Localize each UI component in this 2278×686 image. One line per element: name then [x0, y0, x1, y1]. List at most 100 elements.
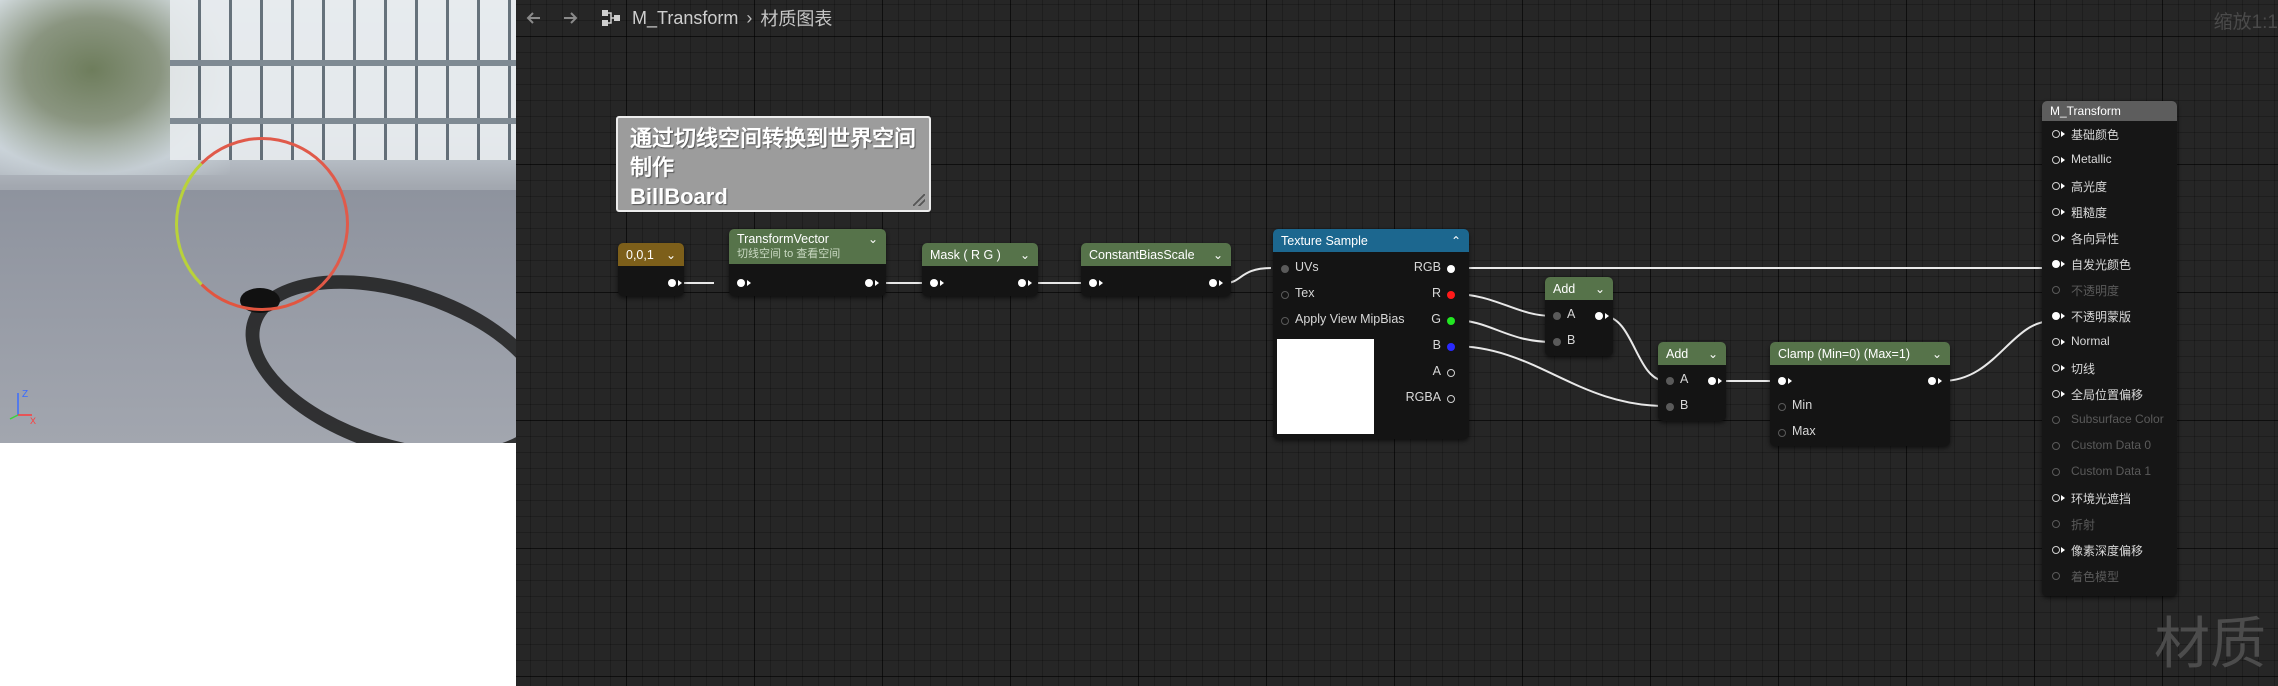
material-graph-icon — [600, 7, 622, 29]
viewport-building-band — [170, 60, 516, 66]
input-pin-a[interactable] — [1666, 377, 1674, 385]
output-pin[interactable] — [668, 279, 676, 287]
node-mask[interactable]: Mask ( R G ) ⌄ — [922, 243, 1038, 296]
input-pin-b[interactable] — [1553, 338, 1561, 346]
result-input-pin[interactable] — [2052, 312, 2060, 320]
output-pin[interactable] — [1018, 279, 1026, 287]
node-header[interactable]: 0,0,1 ⌄ — [618, 243, 684, 266]
chevron-down-icon[interactable]: ⌄ — [1020, 248, 1030, 262]
result-input-pin[interactable] — [2052, 468, 2060, 476]
input-pin-a[interactable] — [1553, 312, 1561, 320]
pin-arrow-icon — [1605, 313, 1609, 319]
input-pin-mipbias[interactable] — [1281, 317, 1289, 325]
node-constant[interactable]: 0,0,1 ⌄ — [618, 243, 684, 296]
node-add-1[interactable]: Add ⌄ A B — [1545, 277, 1613, 356]
node-header[interactable]: Add ⌄ — [1545, 277, 1613, 300]
comment-box[interactable]: 通过切线空间转换到世界空间制作 BillBoard — [616, 116, 931, 212]
chevron-down-icon[interactable]: ⌄ — [1708, 347, 1718, 361]
result-input-pin[interactable] — [2052, 390, 2060, 398]
pin-arrow-icon — [2061, 157, 2065, 163]
output-pin[interactable] — [1928, 377, 1936, 385]
node-header[interactable]: Mask ( R G ) ⌄ — [922, 243, 1038, 266]
node-add-2[interactable]: Add ⌄ A B — [1658, 342, 1726, 421]
input-pin-max[interactable] — [1778, 429, 1786, 437]
chevron-down-icon[interactable]: ⌄ — [1595, 282, 1605, 296]
result-input-pin[interactable] — [2052, 234, 2060, 242]
input-pin-uvs[interactable] — [1281, 265, 1289, 273]
result-input-pin[interactable] — [2052, 442, 2060, 450]
node-header[interactable]: ConstantBiasScale ⌄ — [1081, 243, 1231, 266]
result-input-pin[interactable] — [2052, 208, 2060, 216]
arrow-right-icon[interactable] — [552, 0, 588, 36]
node-constant-bias-scale[interactable]: ConstantBiasScale ⌄ — [1081, 243, 1231, 296]
node-transform-vector[interactable]: TransformVector ⌄ 切线空间 to 查看空间 — [729, 229, 886, 296]
output-pin-a[interactable] — [1447, 369, 1455, 377]
output-pin-g[interactable] — [1447, 317, 1455, 325]
node-header[interactable]: Add ⌄ — [1658, 342, 1726, 365]
node-header[interactable]: TransformVector ⌄ 切线空间 to 查看空间 — [729, 229, 886, 264]
result-input-pin[interactable] — [2052, 260, 2060, 268]
pin-arrow-icon — [1099, 280, 1103, 286]
input-pin-b[interactable] — [1666, 403, 1674, 411]
result-input-pin[interactable] — [2052, 182, 2060, 190]
node-header[interactable]: Clamp (Min=0) (Max=1) ⌄ — [1770, 342, 1950, 365]
wire-bias-texture — [1225, 267, 1272, 284]
input-pin-tex[interactable] — [1281, 291, 1289, 299]
output-pin-b[interactable] — [1447, 343, 1455, 351]
result-input-pin[interactable] — [2052, 286, 2060, 294]
viewport-building — [170, 0, 516, 160]
breadcrumb-graph[interactable]: 材质图表 — [760, 5, 832, 31]
comment-line-2: BillBoard — [630, 184, 728, 209]
result-input-pin[interactable] — [2052, 338, 2060, 346]
chevron-down-icon[interactable]: ⌄ — [666, 248, 676, 262]
input-pin[interactable] — [1778, 377, 1786, 385]
node-clamp[interactable]: Clamp (Min=0) (Max=1) ⌄ Min Max — [1770, 342, 1950, 446]
arrow-left-icon[interactable] — [516, 0, 552, 36]
resize-grip-icon[interactable] — [913, 194, 925, 206]
node-texture-sample[interactable]: Texture Sample ⌃ UVs Tex Apply View MipB… — [1273, 229, 1469, 439]
result-pin-label: 全局位置偏移 — [2071, 388, 2144, 402]
pin-label: B — [1680, 398, 1689, 412]
result-pin-label: 着色模型 — [2071, 570, 2120, 584]
result-pin-label: 粗糙度 — [2071, 206, 2108, 220]
output-pin[interactable] — [1595, 312, 1603, 320]
output-pin-rgb[interactable] — [1447, 265, 1455, 273]
result-pin-label: Custom Data 1 — [2071, 464, 2152, 478]
result-input-pin[interactable] — [2052, 546, 2060, 554]
node-header[interactable]: Texture Sample ⌃ — [1273, 229, 1469, 252]
pin-arrow-icon — [1718, 378, 1722, 384]
result-input-pin[interactable] — [2052, 156, 2060, 164]
output-pin[interactable] — [1209, 279, 1217, 287]
pin-arrow-icon — [678, 280, 682, 286]
result-pin-label: 自发光颜色 — [2071, 258, 2132, 272]
chevron-down-icon[interactable]: ⌄ — [868, 232, 878, 246]
node-title: Clamp (Min=0) (Max=1) — [1778, 346, 1910, 361]
chevron-down-icon[interactable]: ⌄ — [1932, 347, 1942, 361]
input-pin[interactable] — [930, 279, 938, 287]
input-pin-min[interactable] — [1778, 403, 1786, 411]
pin-label: A — [1680, 372, 1689, 386]
output-pin[interactable] — [1708, 377, 1716, 385]
input-pin[interactable] — [1089, 279, 1097, 287]
result-input-pin[interactable] — [2052, 572, 2060, 580]
material-graph-canvas[interactable]: M_Transform › 材质图表 缩放1:1 通过切线空间转换到世界空间制作… — [516, 0, 2278, 686]
breadcrumb-asset[interactable]: M_Transform — [632, 8, 738, 29]
node-subtitle: 切线空间 to 查看空间 — [737, 248, 841, 260]
texture-thumbnail — [1277, 339, 1374, 434]
node-header[interactable]: M_Transform — [2042, 101, 2177, 121]
pin-arrow-icon — [2061, 495, 2065, 501]
node-material-result[interactable]: M_Transform 基础颜色 Metallic 高光度 粗糙度 各向异性 自发光颜色不… — [2042, 101, 2177, 596]
preview-viewport[interactable]: Z X — [0, 0, 516, 443]
result-pin-label: 各向异性 — [2071, 232, 2120, 246]
result-input-pin[interactable] — [2052, 364, 2060, 372]
chevron-down-icon[interactable]: ⌄ — [1213, 248, 1223, 262]
chevron-up-icon[interactable]: ⌃ — [1451, 234, 1461, 248]
result-input-pin[interactable] — [2052, 494, 2060, 502]
output-pin-rgba[interactable] — [1447, 395, 1455, 403]
output-pin[interactable] — [865, 279, 873, 287]
result-input-pin[interactable] — [2052, 416, 2060, 424]
input-pin[interactable] — [737, 279, 745, 287]
result-input-pin[interactable] — [2052, 520, 2060, 528]
output-pin-r[interactable] — [1447, 291, 1455, 299]
result-input-pin[interactable] — [2052, 130, 2060, 138]
